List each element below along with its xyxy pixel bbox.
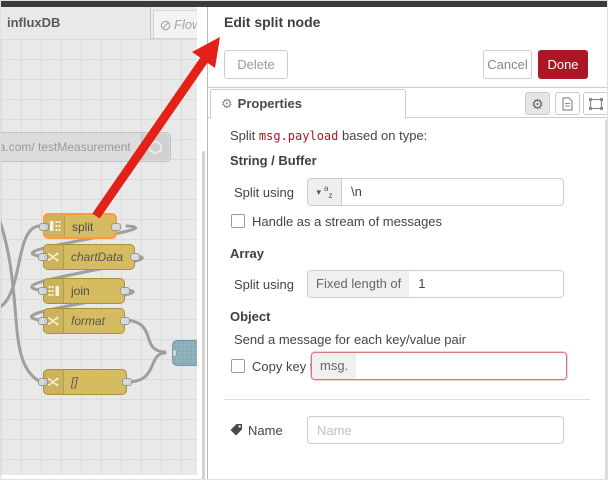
join-node-output-port[interactable] [120, 287, 130, 295]
flow-canvas[interactable]: xdata.com/ testMeasurement split [1, 39, 197, 475]
copy-key-prefix: msg. [312, 353, 357, 379]
format-node-label: format [71, 314, 106, 328]
array-split-prefix: Fixed length of [308, 271, 410, 297]
join-node[interactable]: join [38, 278, 130, 304]
copy-key-checkbox[interactable] [231, 359, 245, 373]
brackets-node[interactable]: [] [38, 369, 132, 395]
description-view-button[interactable] [555, 92, 580, 115]
panel-button-row: Delete Cancel Done [208, 37, 607, 88]
workspace-tabbar: influxDB Flow [1, 7, 213, 39]
shuffle-icon [44, 245, 64, 269]
edit-node-panel: Edit split node Delete Cancel Done ⚙ Prop… [207, 7, 607, 479]
array-split-using-label: Split using [234, 277, 294, 292]
shuffle-icon [44, 309, 64, 333]
msg-payload-code: msg.payload [258, 129, 339, 143]
tab-influxdb[interactable]: influxDB [1, 7, 151, 39]
join-icon [44, 279, 64, 303]
canvas-gutter [197, 7, 207, 479]
join-node-label: join [71, 284, 90, 298]
format-node[interactable]: format [38, 308, 130, 334]
form-divider [224, 399, 590, 400]
stream-checkbox[interactable] [231, 214, 245, 228]
tab-properties-label: Properties [237, 96, 302, 111]
string-split-using-label: Split using [234, 185, 294, 200]
chart-node[interactable]: c [172, 340, 197, 366]
string-split-input[interactable]: ▾ az \n [307, 178, 564, 206]
expand-icon [588, 97, 603, 110]
gear-icon: ⚙ [531, 95, 544, 112]
brackets-node-label: [] [71, 375, 78, 389]
name-input[interactable] [307, 416, 564, 444]
chevron-down-icon: ▾ [316, 186, 322, 197]
chart-node-input-port[interactable] [173, 349, 177, 357]
panel-title: Edit split node [224, 14, 321, 30]
string-split-value: \n [351, 184, 362, 199]
properties-view-button[interactable]: ⚙ [525, 92, 550, 115]
tag-icon [230, 424, 242, 436]
copy-key-input[interactable]: msg. [311, 352, 567, 380]
chartdata-node-output-port[interactable] [130, 253, 140, 261]
document-icon [562, 96, 573, 111]
hexagon-icon [141, 134, 169, 160]
name-field-label: Name [248, 423, 283, 438]
chartdata-node[interactable]: chartData [38, 244, 140, 270]
split-node-label: split [72, 220, 94, 234]
array-heading: Array [230, 246, 264, 261]
cancel-button[interactable]: Cancel [483, 50, 532, 79]
canvas-bottom-margin [1, 475, 197, 479]
intro-text: Split msg.payload based on type: [230, 128, 428, 143]
panel-tab-row: ⚙ Properties ⚙ [208, 88, 607, 118]
typed-input-type-button[interactable]: ▾ az [308, 179, 342, 205]
shuffle-icon [44, 370, 64, 394]
stream-checkbox-label: Handle as a stream of messages [252, 214, 443, 229]
gear-icon: ⚙ [221, 96, 233, 111]
brackets-node-output-port[interactable] [122, 378, 132, 386]
split-node-output-port[interactable] [111, 223, 121, 231]
chartdata-node-label: chartData [71, 250, 124, 264]
influxdb-node-label: xdata.com/ testMeasurement [1, 140, 131, 154]
string-type-icon: az [324, 184, 333, 200]
array-split-input[interactable]: Fixed length of 1 [307, 270, 564, 298]
delete-button[interactable]: Delete [224, 50, 288, 79]
object-description: Send a message for each key/value pair [234, 332, 466, 347]
node-red-window: influxDB Flow xdata.com/ testMeasurement [0, 0, 608, 480]
string-buffer-heading: String / Buffer [230, 153, 317, 168]
canvas-scrollbar[interactable] [202, 151, 205, 479]
format-node-output-port[interactable] [120, 317, 130, 325]
done-button[interactable]: Done [538, 50, 588, 79]
split-icon [45, 215, 65, 237]
expand-view-button[interactable] [583, 92, 607, 115]
panel-scrollbar[interactable] [605, 120, 607, 479]
split-node[interactable]: split [39, 213, 121, 239]
influxdb-node[interactable]: xdata.com/ testMeasurement [1, 132, 171, 162]
object-heading: Object [230, 309, 271, 324]
circle-slash-icon [160, 20, 171, 31]
tab-properties[interactable]: ⚙ Properties [210, 89, 406, 118]
properties-form: Split msg.payload based on type: String … [208, 118, 607, 479]
array-split-value: 1 [418, 276, 426, 291]
